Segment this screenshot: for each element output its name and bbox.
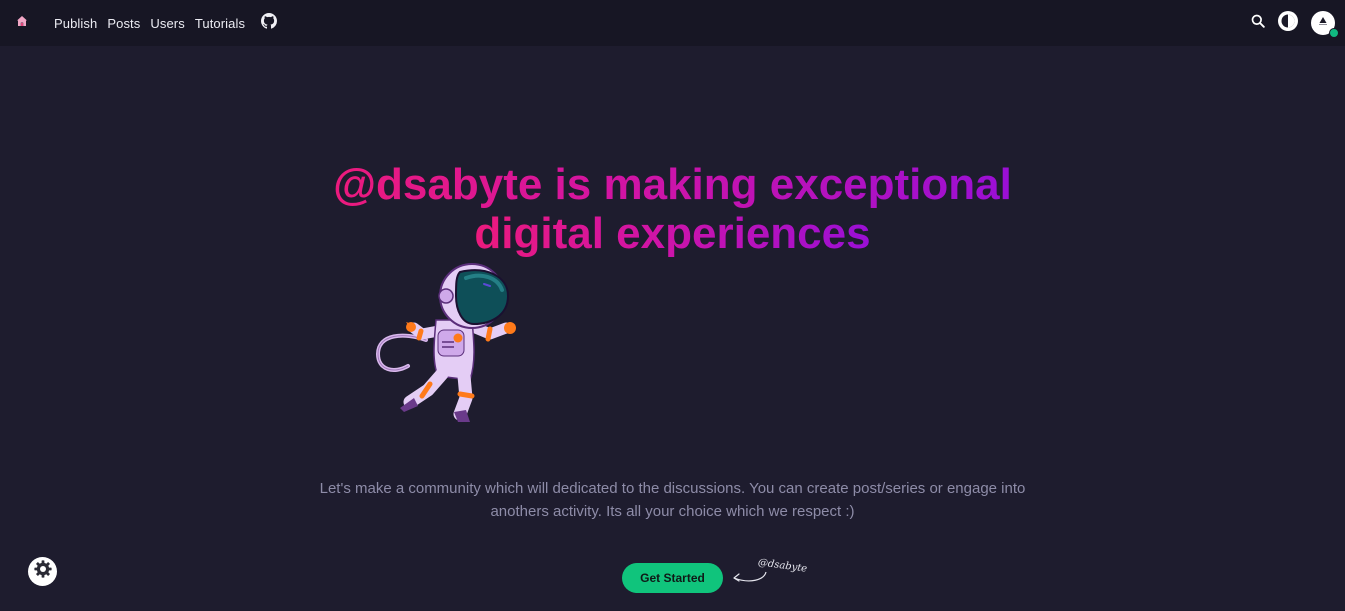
home-link[interactable]	[10, 11, 34, 35]
hero-subtitle: Let's make a community which will dedica…	[319, 480, 1026, 520]
nav-link-users[interactable]: Users	[150, 17, 184, 30]
search-button[interactable]	[1251, 14, 1265, 33]
nav-link-posts[interactable]: Posts	[107, 17, 140, 30]
top-navigation-bar: Publish Posts Users Tutorials	[0, 0, 1345, 46]
hero-title-line-2: digital experiences	[474, 209, 871, 258]
user-avatar-button[interactable]	[1311, 11, 1339, 38]
primary-nav: Publish Posts Users Tutorials	[10, 11, 278, 35]
gear-icon	[33, 559, 53, 584]
github-icon	[261, 12, 278, 34]
nav-link-publish[interactable]: Publish	[54, 17, 97, 30]
hero-title-line-1: @dsabyte is making exceptional	[333, 160, 1012, 209]
astronaut-illustration	[375, 263, 516, 422]
online-status-dot	[1329, 28, 1339, 38]
get-started-button[interactable]: Get Started	[622, 563, 723, 593]
search-icon	[1251, 14, 1265, 33]
home-icon	[16, 14, 28, 32]
toolbar-actions	[1251, 10, 1339, 38]
nav-link-tutorials[interactable]: Tutorials	[195, 17, 245, 30]
theme-toggle-button[interactable]	[1277, 10, 1299, 37]
user-avatar-icon	[1317, 14, 1329, 32]
github-link[interactable]	[261, 12, 278, 34]
settings-button[interactable]	[28, 557, 57, 586]
hero-title: @dsabyte is making exceptional digital e…	[0, 160, 1345, 258]
theme-toggle-icon	[1277, 10, 1299, 37]
